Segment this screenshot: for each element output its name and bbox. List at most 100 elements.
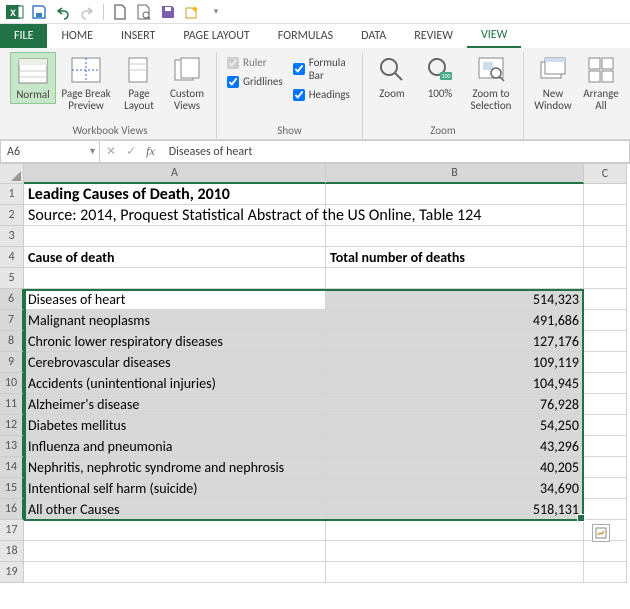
group-zoom: Zoom 100 100% Zoom to Selection Zoom [363, 52, 524, 139]
redo-icon[interactable] [76, 1, 98, 23]
row-14: 14Nephritis, nephrotic syndrome and neph… [0, 457, 630, 478]
row-19: 19 [0, 562, 630, 583]
tab-insert[interactable]: INSERT [107, 24, 169, 48]
group-show: Ruler Gridlines Formula Bar Headings Sho… [217, 52, 363, 139]
tab-view[interactable]: VIEW [467, 24, 521, 48]
custom-views-icon [171, 54, 203, 86]
page-break-label: Page Break Preview [61, 88, 110, 112]
page-break-icon [70, 54, 102, 86]
svg-text:100: 100 [441, 72, 450, 80]
row-1: 1Leading Causes of Death, 2010 [0, 184, 630, 205]
group-workbook-views: Normal Page Break Preview Page Layout Cu… [4, 52, 217, 139]
tab-review[interactable]: REVIEW [400, 24, 467, 48]
arrange-all-button[interactable]: Arrange All [578, 52, 624, 114]
group-label: Show [223, 122, 356, 139]
zoom-icon [376, 54, 408, 86]
zoom-button[interactable]: Zoom [369, 52, 415, 102]
cell-a2[interactable]: Source: 2014, Proquest Statistical Abstr… [24, 205, 326, 226]
save-icon[interactable] [28, 1, 50, 23]
row-10: 10Accidents (unintentional injuries)104,… [0, 373, 630, 394]
row-16: 16All other Causes518,131 [0, 499, 630, 520]
col-header-c[interactable]: C [584, 164, 627, 184]
zoom-100-button[interactable]: 100 100% [417, 52, 463, 102]
quick-analysis-icon[interactable] [592, 524, 610, 542]
fx-icon[interactable]: fx [146, 144, 155, 159]
page-layout-label: Page Layout [124, 88, 154, 112]
cell-a6[interactable]: Diseases of heart [24, 289, 326, 310]
tab-data[interactable]: DATA [347, 24, 400, 48]
zoom-to-selection-button[interactable]: Zoom to Selection [465, 52, 517, 114]
name-box[interactable]: A6 ▼ [0, 140, 100, 163]
chevron-down-icon[interactable]: ▼ [88, 146, 97, 157]
excel-icon[interactable]: X [4, 1, 26, 23]
row-8: 8Chronic lower respiratory diseases127,1… [0, 331, 630, 352]
row-18: 18 [0, 541, 630, 562]
cancel-icon[interactable]: ✕ [106, 144, 116, 159]
qat-customize-icon[interactable]: ▾ [205, 1, 227, 23]
zoom-100-icon: 100 [424, 54, 456, 86]
group-window: New Window Arrange All [524, 52, 630, 139]
formula-bar-checkbox[interactable]: Formula Bar [293, 56, 352, 82]
row-17: 17 [0, 520, 630, 541]
row-9: 9Cerebrovascular diseases109,119 [0, 352, 630, 373]
col-header-b[interactable]: B [326, 164, 584, 184]
ruler-checkbox[interactable]: Ruler [227, 56, 283, 69]
row-13: 13Influenza and pneumonia43,296 [0, 436, 630, 457]
custom-views-label: Custom Views [170, 88, 204, 112]
column-headers: A B C [0, 164, 630, 184]
quick-access-toolbar: X ▾ [0, 0, 630, 24]
formula-input[interactable]: Diseases of heart [161, 140, 630, 163]
row-2: 2Source: 2014, Proquest Statistical Abst… [0, 205, 630, 226]
page-layout-icon [123, 54, 155, 86]
headings-checkbox[interactable]: Headings [293, 88, 352, 101]
separator [103, 4, 104, 20]
normal-view-icon [17, 55, 49, 87]
ribbon: Normal Page Break Preview Page Layout Cu… [0, 48, 630, 140]
fx-buttons: ✕ ✓ fx [100, 140, 161, 163]
row-3: 3 [0, 226, 630, 247]
col-header-a[interactable]: A [24, 164, 326, 184]
new-sparkle-icon[interactable] [181, 1, 203, 23]
row-15: 15Intentional self harm (suicide)34,690 [0, 478, 630, 499]
tab-file[interactable]: FILE [0, 24, 47, 48]
enter-icon[interactable]: ✓ [126, 144, 136, 159]
arrange-all-icon [585, 54, 617, 86]
group-label: Workbook Views [10, 122, 210, 139]
save-purple-icon[interactable] [157, 1, 179, 23]
formula-input-value: Diseases of heart [169, 145, 253, 159]
zoom-selection-icon [475, 54, 507, 86]
new-file-icon[interactable] [109, 1, 131, 23]
tab-formulas[interactable]: FORMULAS [264, 24, 347, 48]
new-window-icon [537, 54, 569, 86]
cell-b6[interactable]: 514,323 [326, 289, 584, 310]
normal-label: Normal [16, 89, 49, 101]
gridlines-checkbox[interactable]: Gridlines [227, 75, 283, 88]
ribbon-tabs: FILE HOME INSERT PAGE LAYOUT FORMULAS DA… [0, 24, 630, 48]
normal-view-button[interactable]: Normal [10, 52, 56, 104]
show-col2: Formula Bar Headings [289, 52, 356, 105]
tab-home[interactable]: HOME [47, 24, 107, 48]
new-window-button[interactable]: New Window [530, 52, 576, 114]
worksheet-grid: A B C 1Leading Causes of Death, 2010 2So… [0, 164, 630, 583]
custom-views-button[interactable]: Custom Views [164, 52, 210, 114]
svg-text:X: X [10, 6, 16, 19]
group-label: Zoom [369, 122, 517, 139]
undo-icon[interactable] [52, 1, 74, 23]
rows: 1Leading Causes of Death, 2010 2Source: … [0, 184, 630, 583]
tab-page-layout[interactable]: PAGE LAYOUT [169, 24, 263, 48]
show-col1: Ruler Gridlines [223, 52, 287, 92]
page-layout-button[interactable]: Page Layout [116, 52, 162, 114]
page-break-preview-button[interactable]: Page Break Preview [58, 52, 114, 114]
row-6: 6Diseases of heart514,323 [0, 289, 630, 310]
select-all-corner[interactable] [0, 164, 24, 184]
cell-b1[interactable] [326, 184, 584, 205]
cell-a1[interactable]: Leading Causes of Death, 2010 [24, 184, 326, 205]
cell-b4[interactable]: Total number of deaths [326, 247, 584, 268]
cell-a4[interactable]: Cause of death [24, 247, 326, 268]
row-5: 5 [0, 268, 630, 289]
row-11: 11Alzheimer's disease76,928 [0, 394, 630, 415]
formula-bar: A6 ▼ ✕ ✓ fx Diseases of heart [0, 140, 630, 164]
print-preview-icon[interactable] [133, 1, 155, 23]
name-box-value: A6 [7, 145, 20, 159]
row-4: 4Cause of deathTotal number of deaths [0, 247, 630, 268]
